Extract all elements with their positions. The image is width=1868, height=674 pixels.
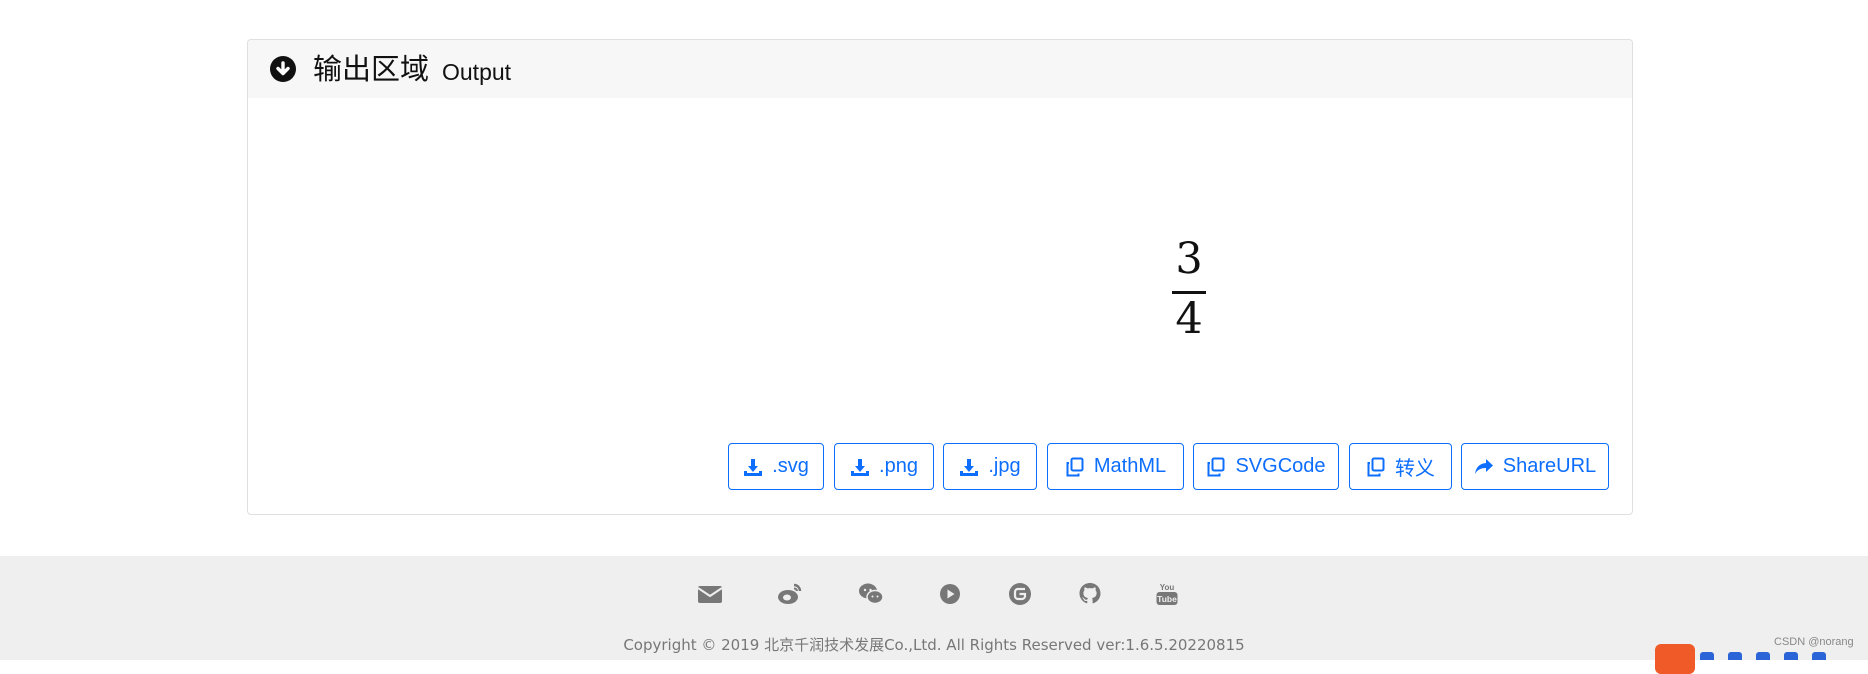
copy-icon xyxy=(1066,457,1084,476)
share-url-label: ShareURL xyxy=(1502,455,1597,477)
download-svg-button[interactable]: .svg xyxy=(728,443,824,490)
copy-mathml-button[interactable]: MathML xyxy=(1047,443,1184,490)
wechat-icon[interactable] xyxy=(858,581,884,607)
formula-denominator: 4 xyxy=(1175,294,1203,344)
download-jpg-button[interactable]: .jpg xyxy=(943,443,1037,490)
download-jpg-label: .jpg xyxy=(988,455,1021,477)
download-icon xyxy=(851,458,870,476)
footer: You Tube Copyright © 2019 北京千润技术发展Co.,Ltd… xyxy=(0,556,1868,660)
svg-text:You: You xyxy=(1160,583,1175,592)
output-panel-header: 输出区域 Output xyxy=(248,40,1632,98)
toolbar-icon[interactable] xyxy=(1700,652,1714,660)
gitee-icon[interactable] xyxy=(1007,581,1033,607)
copy-icon xyxy=(1367,457,1385,476)
panel-subtitle: Output xyxy=(442,59,512,85)
copy-escaped-label: 转义 xyxy=(1395,456,1435,480)
share-icon xyxy=(1474,458,1493,474)
download-png-button[interactable]: .png xyxy=(834,443,934,490)
toolbar-icon[interactable] xyxy=(1756,652,1770,660)
video-icon[interactable] xyxy=(937,581,963,607)
share-url-button[interactable]: ShareURL xyxy=(1461,443,1609,490)
envelope-icon[interactable] xyxy=(697,581,723,607)
copyright-text: Copyright © 2019 北京千润技术发展Co.,Ltd. All Ri… xyxy=(623,636,1245,654)
download-png-label: .png xyxy=(879,455,918,477)
formula-numerator: 3 xyxy=(1175,234,1203,284)
copy-escaped-button[interactable]: 转义 xyxy=(1349,443,1452,490)
output-panel: 输出区域 Output 3 4 .svg .png .jpg MathML SV… xyxy=(247,39,1633,515)
toolbar-icon[interactable] xyxy=(1812,652,1826,660)
copy-svgcode-button[interactable]: SVGCode xyxy=(1193,443,1339,490)
toolbar-icon[interactable] xyxy=(1728,652,1742,660)
copy-mathml-label: MathML xyxy=(1093,455,1167,477)
github-icon[interactable] xyxy=(1077,581,1103,607)
arrow-circle-down-icon[interactable] xyxy=(270,56,296,82)
download-icon xyxy=(744,458,763,476)
copy-icon xyxy=(1207,457,1225,476)
download-svg-label: .svg xyxy=(772,455,809,477)
copy-svgcode-label: SVGCode xyxy=(1235,455,1326,477)
download-icon xyxy=(960,458,979,476)
weibo-icon[interactable] xyxy=(777,581,803,607)
panel-title: 输出区域 xyxy=(313,52,430,86)
youtube-icon[interactable]: You Tube xyxy=(1154,581,1180,607)
toolbar-strip xyxy=(1700,652,1868,660)
csdn-logo-icon[interactable] xyxy=(1655,644,1695,674)
watermark-text: CSDN @norang xyxy=(1774,636,1854,648)
svg-text:Tube: Tube xyxy=(1157,594,1177,604)
toolbar-icon[interactable] xyxy=(1784,652,1798,660)
